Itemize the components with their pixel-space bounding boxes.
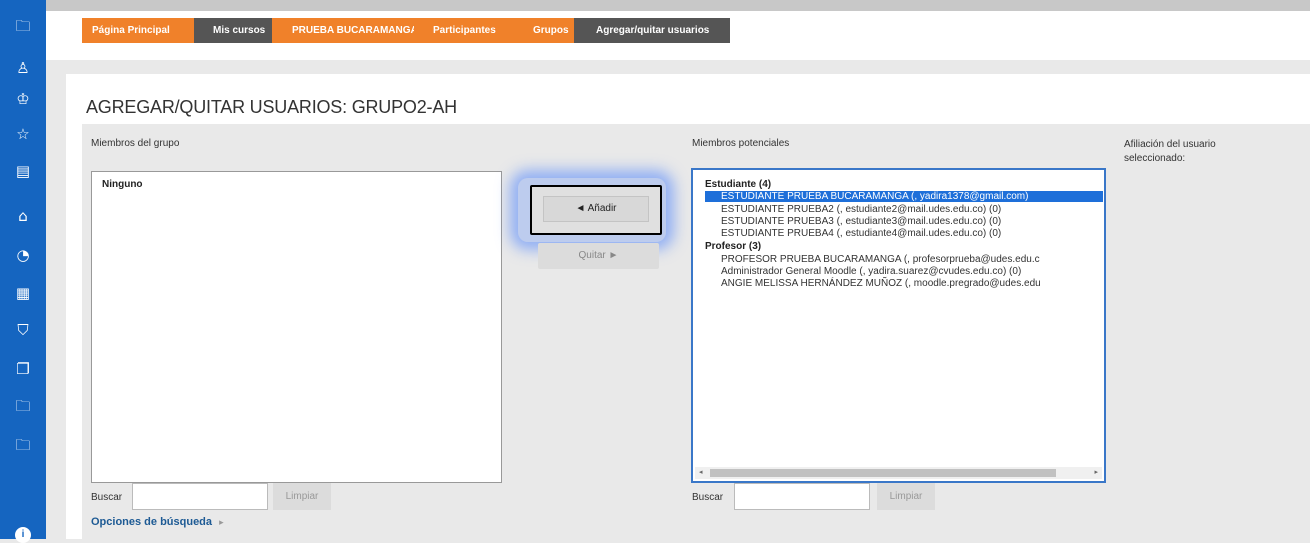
option-teacher-2[interactable]: Administrador General Moodle (, yadira.s…	[721, 266, 1021, 277]
add-button-frame: ◄ Añadir	[530, 185, 662, 235]
user-badge-icon[interactable]: ♙	[0, 58, 46, 78]
potential-search-label: Buscar	[692, 492, 724, 503]
graduation-cap-icon[interactable]: ⛉	[0, 320, 46, 340]
remove-button[interactable]: Quitar ►	[538, 243, 659, 269]
left-sidebar: 🗀 ♙ ♔ ☆ ▤ ⌂ ◔ ▦ ⛉ ❐ 🗀 🗀 i	[0, 0, 46, 543]
folder-icon[interactable]: 🗀	[0, 16, 46, 36]
affiliation-label: Afiliación del usuario seleccionado:	[1124, 139, 1216, 164]
scroll-right-icon[interactable]: ▸	[1094, 467, 1098, 479]
dashboard-icon[interactable]: ◔	[0, 245, 46, 265]
info-icon[interactable]: i	[15, 527, 31, 543]
group-members-listbox[interactable]: Ninguno	[91, 171, 502, 483]
empty-list-text: Ninguno	[102, 179, 143, 190]
book-icon[interactable]: ▤	[0, 161, 46, 181]
folder-icon-2[interactable]: 🗀	[0, 396, 46, 416]
group-search-label: Buscar	[91, 492, 123, 503]
option-student-3[interactable]: ESTUDIANTE PRUEBA3 (, estudiante3@mail.u…	[721, 216, 1001, 227]
calendar-icon[interactable]: ▦	[0, 283, 46, 303]
group-members-label: Miembros del grupo	[91, 138, 180, 149]
group-search-input[interactable]	[132, 483, 268, 510]
horizontal-scrollbar[interactable]: ◂ ▸	[695, 467, 1102, 479]
option-student-2[interactable]: ESTUDIANTE PRUEBA2 (, estudiante2@mail.u…	[721, 204, 1001, 215]
search-options-link[interactable]: Opciones de búsqueda ▸	[91, 516, 224, 528]
star-icon[interactable]: ☆	[0, 124, 46, 144]
potential-clear-button[interactable]: Limpiar	[877, 483, 935, 510]
optgroup-teacher: Profesor (3)	[705, 241, 762, 252]
option-teacher-3[interactable]: ANGIE MELISSA HERNÁNDEZ MUÑOZ (, moodle.…	[721, 278, 1041, 289]
option-student-1[interactable]: ESTUDIANTE PRUEBA BUCARAMANGA (, yadira1…	[705, 191, 1103, 202]
potential-members-label: Miembros potenciales	[692, 138, 790, 149]
copy-icon[interactable]: ❐	[0, 359, 46, 379]
option-student-1-label: ESTUDIANTE PRUEBA BUCARAMANGA (, yadira1…	[721, 191, 1029, 202]
scroll-left-icon[interactable]: ◂	[699, 467, 703, 479]
chevron-right-icon: ▸	[219, 517, 224, 527]
search-options-label[interactable]: Opciones de búsqueda	[91, 516, 212, 528]
add-button[interactable]: ◄ Añadir	[543, 196, 649, 222]
page-title: AGREGAR/QUITAR USUARIOS: GRUPO2-AH	[86, 97, 457, 117]
home-icon[interactable]: ⌂	[0, 206, 46, 226]
option-student-4[interactable]: ESTUDIANTE PRUEBA4 (, estudiante4@mail.u…	[721, 228, 1001, 239]
potential-search-input[interactable]	[734, 483, 870, 510]
option-teacher-1[interactable]: PROFESOR PRUEBA BUCARAMANGA (, profesorp…	[721, 254, 1040, 265]
scrollbar-thumb[interactable]	[710, 469, 1056, 477]
users-icon[interactable]: ♔	[0, 89, 46, 109]
folder-icon-3[interactable]: 🗀	[0, 435, 46, 455]
group-clear-button[interactable]: Limpiar	[273, 483, 331, 510]
optgroup-student: Estudiante (4)	[705, 179, 772, 190]
potential-members-listbox[interactable]: Estudiante (4) ESTUDIANTE PRUEBA BUCARAM…	[691, 168, 1106, 483]
